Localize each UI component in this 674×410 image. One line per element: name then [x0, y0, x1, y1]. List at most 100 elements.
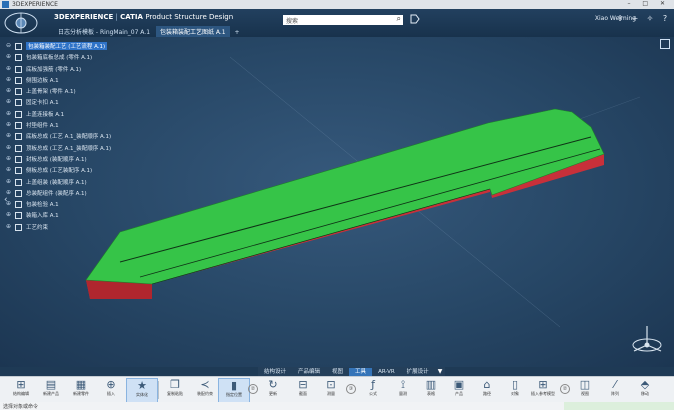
tree-node[interactable]: ⊕ 封板总成 (装配顺序 A.1) [6, 154, 116, 165]
tree-node[interactable]: ⊕ 工艺约束 [6, 222, 116, 233]
tree-node[interactable]: ⊖ 包装箱装配工艺 (工艺流程 A.1) [6, 41, 116, 52]
add-icon[interactable]: + [630, 14, 640, 24]
tree-node[interactable]: ⊕ 底板总成 (工艺 A.1_装配顺序 A.1) [6, 131, 116, 142]
part-icon [15, 99, 22, 107]
tree-node[interactable]: ⊕ 侧围边板 A.1 [6, 75, 116, 86]
section-more-button[interactable]: ▼ [435, 368, 446, 375]
action-label: 表格 [427, 391, 435, 396]
compass-icon[interactable] [3, 11, 39, 35]
expand-icon[interactable]: ⊕ [6, 110, 12, 117]
formula-button[interactable]: ƒ 公式 [358, 378, 388, 402]
view-button[interactable]: ◫ 视图 [570, 378, 600, 402]
window-title: 3DEXPERIENCE [12, 1, 58, 8]
tree-node-label[interactable]: 总装配组件 (装配序 A.1) [26, 189, 87, 197]
compass-triad-icon[interactable] [630, 323, 664, 357]
tree-node-label[interactable]: 上盖组装 (装配顺序 A.1) [26, 178, 87, 186]
tree-node[interactable]: ⊕ 底板加强筋 (零件 A.1) [6, 64, 116, 75]
tree-node-label[interactable]: 上盖骨架 (零件 A.1) [26, 87, 76, 95]
tree-node[interactable]: ⊕ 包装箱底板总成 (零件 A.1) [6, 52, 116, 63]
insert-button[interactable]: ⊕ 插入 [96, 378, 126, 402]
share-icon[interactable]: ⇪ [615, 14, 625, 24]
group-number[interactable]: ② [248, 384, 258, 394]
structure-edit-button[interactable]: ⊞ 结构编辑 [6, 378, 36, 402]
measure-button[interactable]: ⊡ 测量 [316, 378, 346, 402]
tree-node-label[interactable]: 工艺约束 [26, 223, 48, 231]
tree-node[interactable]: ⊕ 总装配组件 (装配序 A.1) [6, 188, 116, 199]
expand-icon[interactable]: ⊕ [6, 88, 12, 94]
tree-node-label[interactable]: 装箱入库 A.1 [26, 211, 59, 219]
tree-node-label[interactable]: 底板总成 (工艺 A.1_装配顺序 A.1) [26, 132, 111, 140]
window-controls[interactable]: – □ ✕ [627, 0, 670, 7]
tree-node-label[interactable]: 侧板总成 (工艺装配序 A.1) [26, 166, 92, 174]
tree-node[interactable]: ⊕ 上盖骨架 (零件 A.1) [6, 86, 116, 97]
collapse-tree-icon[interactable]: ‹ [4, 195, 8, 205]
add-tab-button[interactable]: + [232, 29, 243, 36]
3d-viewport[interactable]: ⊖ 包装箱装配工艺 (工艺流程 A.1) ⊕ 包装箱底板总成 (零件 A.1) ⊕ 底… [0, 37, 674, 367]
path-button[interactable]: ⌂ 路径 [472, 378, 502, 402]
move-button[interactable]: ⬘ 移动 [630, 378, 660, 402]
new-product-button[interactable]: ▤ 新建产品 [36, 378, 66, 402]
tree-node[interactable]: ⊕ 包装检验 A.1 [6, 199, 116, 210]
update-button[interactable]: ↻ 更新 [258, 378, 288, 402]
tree-node-label[interactable]: 上盖连接板 A.1 [26, 110, 64, 118]
expand-icon[interactable]: ⊕ [6, 76, 12, 83]
action-label: 公式 [369, 391, 377, 396]
tag-icon[interactable] [410, 14, 420, 24]
tree-node[interactable]: ⊕ 装箱入库 A.1 [6, 210, 116, 221]
action-label: 新建零件 [73, 391, 89, 396]
document-tabs: 日志分析模板 - RingMain_07 A.1 包装箱装配工艺图纸 A.1 + [54, 26, 243, 38]
search-icon[interactable]: ⌕ [397, 14, 401, 24]
expand-icon[interactable]: ⊕ [6, 54, 12, 60]
help-icon[interactable]: ? [660, 14, 670, 24]
expand-icon[interactable]: ⊕ [6, 155, 12, 162]
tree-node[interactable]: ⊕ 上盖组装 (装配顺序 A.1) [6, 177, 116, 188]
table-button[interactable]: ▥ 表格 [416, 378, 446, 402]
insert-reference-button[interactable]: ⊞ 插入参考模型 [528, 378, 558, 402]
object-button[interactable]: ▯ 对象 [500, 378, 530, 402]
expand-icon[interactable]: ⊖ [6, 43, 12, 49]
assembly-constraint-button[interactable]: ≺ 装配约束 [190, 378, 220, 402]
tree-node-label[interactable]: 侧围边板 A.1 [26, 76, 59, 84]
tree-node-label[interactable]: 包装箱装配工艺 (工艺流程 A.1) [26, 42, 108, 50]
group-number[interactable]: ② [560, 384, 570, 394]
tree-node[interactable]: ⊕ 衬垫组件 A.1 [6, 120, 116, 131]
tree-node-label[interactable]: 顶板总成 (工艺 A.1_装配顺序 A.1) [26, 144, 111, 152]
expand-icon[interactable]: ⊕ [6, 167, 12, 173]
expand-icon[interactable]: ⊕ [6, 144, 12, 151]
constraint-icon [15, 223, 22, 231]
search-input[interactable]: 搜索 ⌕ [283, 14, 403, 25]
expand-icon[interactable]: ⊕ [6, 99, 12, 105]
tree-node-label[interactable]: 包装箱底板总成 (零件 A.1) [26, 53, 92, 61]
status-indicator [564, 402, 674, 410]
brand-app: Product Structure Design [145, 13, 234, 21]
probe-button[interactable]: ⟟ 量测 [388, 378, 418, 402]
pattern-button[interactable]: ⁄ 阵列 [600, 378, 630, 402]
tree-node-label[interactable]: 底板加强筋 (零件 A.1) [26, 65, 81, 73]
expand-icon[interactable]: ⊕ [6, 212, 12, 218]
position-button[interactable]: ▮ 指定位置 [218, 378, 250, 404]
tree-node-label[interactable]: 衬垫组件 A.1 [26, 121, 59, 129]
expand-icon[interactable]: ⊕ [6, 223, 12, 230]
tree-node-label[interactable]: 固定卡扣 A.1 [26, 98, 59, 106]
compass-small-icon[interactable]: ✧ [645, 14, 655, 24]
expand-icon[interactable]: ⊕ [6, 65, 12, 72]
new-part-button[interactable]: ▦ 新建零件 [66, 378, 96, 402]
expand-icon[interactable]: ⊕ [6, 122, 12, 128]
tree-node-label[interactable]: 封板总成 (装配顺序 A.1) [26, 155, 87, 163]
tree-node[interactable]: ⊕ 固定卡扣 A.1 [6, 97, 116, 108]
object-icon: ▯ [511, 378, 519, 391]
tree-node[interactable]: ⊕ 侧板总成 (工艺装配序 A.1) [6, 165, 116, 176]
section-button[interactable]: ⊟ 截面 [288, 378, 318, 402]
group-number[interactable]: ③ [346, 384, 356, 394]
product-button[interactable]: ▣ 产品 [444, 378, 474, 402]
tree-node[interactable]: ⊕ 顶板总成 (工艺 A.1_装配顺序 A.1) [6, 143, 116, 154]
copy-paste-button[interactable]: ❐ 复制粘贴 [160, 378, 190, 402]
expand-icon[interactable]: ⊕ [6, 133, 12, 139]
materialize-button[interactable]: ★ 实体化 [126, 378, 158, 404]
tab-document-1[interactable]: 日志分析模板 - RingMain_07 A.1 [54, 26, 154, 37]
expand-icon[interactable]: ⊕ [6, 178, 12, 185]
tree-node[interactable]: ⊕ 上盖连接板 A.1 [6, 109, 116, 120]
part-icon [15, 122, 22, 130]
tree-node-label[interactable]: 包装检验 A.1 [26, 200, 59, 208]
fit-all-icon[interactable] [660, 39, 670, 49]
